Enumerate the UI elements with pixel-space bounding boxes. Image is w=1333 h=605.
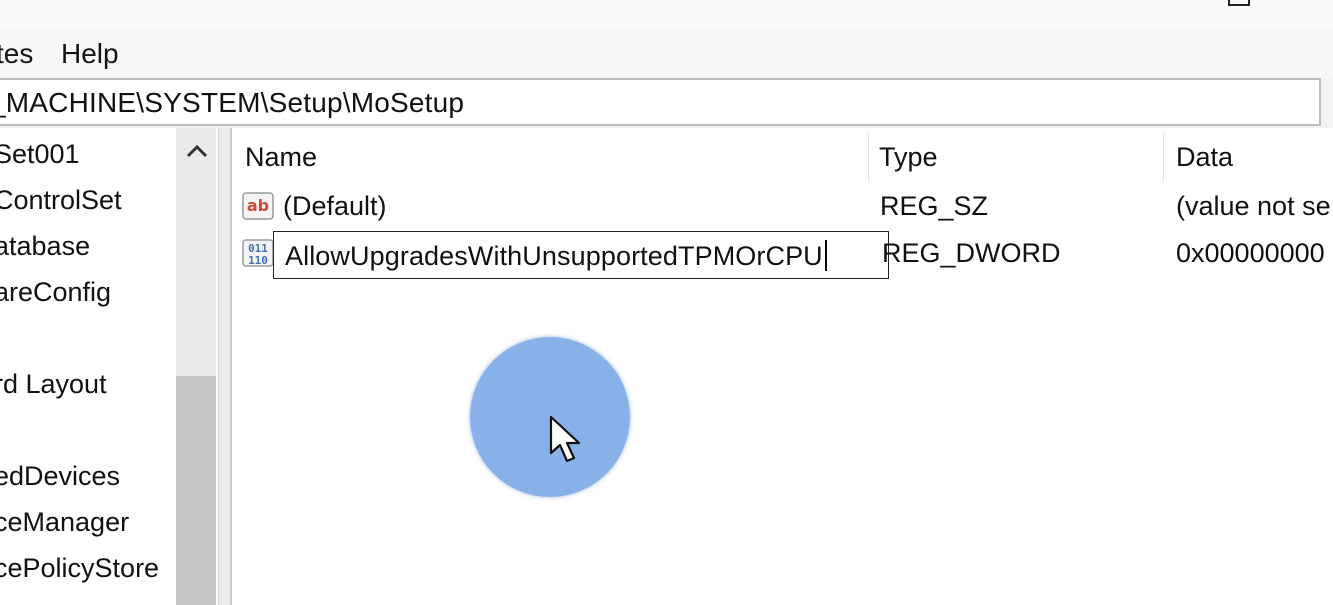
- column-label: Data: [1176, 142, 1234, 172]
- column-label: Name: [245, 142, 318, 172]
- binary-value-icon: 011 110: [242, 239, 274, 267]
- rename-text-wrap: AllowUpgradesWithUnsupportedTPMOrCPU: [285, 240, 827, 272]
- tree-item[interactable]: ceManager: [0, 507, 129, 538]
- registry-tree[interactable]: Set001 ControlSet atabase areConfig rd L…: [0, 128, 218, 605]
- value-type: REG_DWORD: [882, 238, 1061, 268]
- menu-favorites[interactable]: tes: [0, 38, 33, 70]
- column-header-data[interactable]: Data: [1164, 128, 1333, 184]
- tree-item[interactable]: areConfig: [0, 277, 111, 308]
- value-data: 0x00000000: [1176, 238, 1325, 268]
- value-row-selected[interactable]: 011 110 AllowUpgradesWithUnsupportedTPMO…: [232, 231, 1333, 279]
- column-header-name[interactable]: Name: [232, 128, 868, 184]
- column-header-type[interactable]: Type: [869, 128, 1163, 184]
- tree-item[interactable]: cePolicyStore: [0, 553, 159, 584]
- restore-window-icon[interactable]: [1228, 0, 1250, 6]
- tree-item[interactable]: edDevices: [0, 461, 120, 492]
- value-row[interactable]: ab (Default) REG_SZ (value not se: [232, 185, 1333, 231]
- address-path[interactable]: _MACHINE\SYSTEM\Setup\MoSetup: [0, 87, 464, 119]
- value-type: REG_SZ: [880, 191, 989, 221]
- menu-help[interactable]: Help: [61, 38, 119, 70]
- svg-text:110: 110: [248, 254, 268, 267]
- tree-item[interactable]: atabase: [0, 231, 90, 262]
- column-label: Type: [879, 142, 938, 172]
- string-value-icon: ab: [242, 192, 274, 220]
- pane-splitter[interactable]: [218, 128, 232, 605]
- value-name: (Default): [283, 191, 387, 221]
- rename-value: AllowUpgradesWithUnsupportedTPMOrCPU: [285, 241, 823, 271]
- title-bar: [0, 0, 1333, 28]
- tree-item[interactable]: rd Layout: [0, 369, 107, 400]
- tree-item[interactable]: ControlSet: [0, 185, 122, 216]
- text-caret: [824, 240, 827, 271]
- rename-input[interactable]: AllowUpgradesWithUnsupportedTPMOrCPU: [273, 231, 889, 279]
- tree-scrollbar[interactable]: [176, 128, 216, 605]
- svg-text:ab: ab: [247, 196, 269, 215]
- chevron-up-icon: [186, 144, 208, 158]
- tree-item[interactable]: Set001: [0, 139, 80, 170]
- scroll-thumb[interactable]: [176, 376, 216, 605]
- menu-bar: tes Help: [0, 28, 1333, 78]
- scroll-up-button[interactable]: [176, 128, 216, 178]
- address-bar[interactable]: _MACHINE\SYSTEM\Setup\MoSetup: [0, 78, 1321, 126]
- value-data: (value not se: [1176, 191, 1331, 221]
- mouse-pointer-icon: [549, 415, 581, 463]
- values-list[interactable]: Name Type Data ab (Default) REG_SZ (valu…: [232, 128, 1333, 605]
